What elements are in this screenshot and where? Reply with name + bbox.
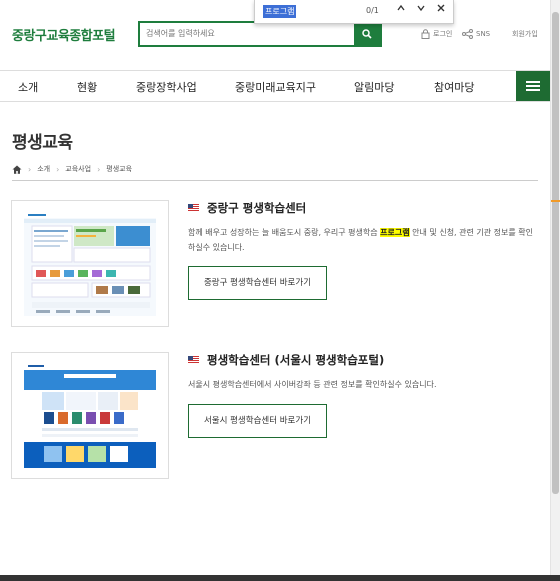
nav-item-participation[interactable]: 참여마당 — [434, 79, 474, 95]
chevron-right-icon: › — [28, 164, 32, 174]
breadcrumb: › 소개 › 교육사업 › 평생교육 — [12, 164, 132, 174]
website-screenshot-image — [24, 364, 156, 468]
nav-item-notice[interactable]: 알림마당 — [354, 79, 394, 95]
divider — [12, 180, 538, 181]
close-icon[interactable] — [433, 3, 449, 19]
main-nav: 소개 현황 중랑장학사업 중랑미래교육지구 알림마당 참여마당 — [0, 70, 550, 102]
card-title: 중랑구 평생학습센터 — [188, 200, 306, 216]
card-title-text: 평생학습센터 (서울시 평생학습포털) — [207, 353, 385, 367]
find-input[interactable]: 프로그램 — [263, 5, 297, 18]
find-match-marker — [551, 200, 560, 202]
website-screenshot-image — [24, 212, 156, 316]
find-bar: 프로그램 0/1 — [254, 0, 454, 24]
scrollbar-thumb[interactable] — [552, 12, 559, 494]
find-match-count: 0/1 — [366, 6, 379, 15]
chevron-right-icon: › — [97, 164, 101, 174]
vertical-scrollbar[interactable] — [550, 0, 560, 575]
goto-seoul-center-button[interactable]: 서울시 평생학습센터 바로가기 — [188, 404, 327, 438]
join-label: 회원가입 — [512, 30, 538, 38]
nav-item-intro[interactable]: 소개 — [18, 79, 38, 95]
sns-link[interactable]: SNS — [462, 29, 490, 39]
page-title: 평생교육 — [12, 133, 73, 153]
nav-item-scholarship[interactable]: 중랑장학사업 — [136, 79, 197, 95]
breadcrumb-item: 평생교육 — [106, 165, 133, 173]
card-description-text: 함께 배우고 성장하는 늘 배움도시 중랑, 우리구 평생학습 — [188, 228, 381, 237]
card-description: 서울시 평생학습센터에서 사이버강좌 등 관련 정보를 확인하실수 있습니다. — [188, 377, 540, 392]
goto-jungnang-center-button[interactable]: 중랑구 평생학습센터 바로가기 — [188, 266, 327, 300]
nav-item-future-education[interactable]: 중랑미래교육지구 — [235, 79, 316, 95]
menu-icon — [526, 81, 540, 83]
flag-icon — [188, 204, 199, 212]
card-title: 평생학습센터 (서울시 평생학습포털) — [188, 352, 384, 368]
search-highlight: 프로그램 — [380, 228, 410, 237]
site-logo[interactable]: 중랑구교육종합포털 — [12, 25, 116, 44]
breadcrumb-item[interactable]: 소개 — [37, 164, 50, 174]
chevron-right-icon: › — [56, 164, 60, 174]
join-link[interactable]: 회원가입 — [512, 29, 538, 39]
card-thumbnail[interactable] — [11, 352, 169, 479]
card-description: 함께 배우고 성장하는 늘 배움도시 중랑, 우리구 평생학습 프로그램 안내 … — [188, 225, 540, 255]
search-form — [138, 21, 382, 47]
hamburger-menu-button[interactable] — [516, 71, 550, 101]
card-thumbnail[interactable] — [11, 200, 169, 327]
share-icon — [462, 29, 473, 39]
login-label: 로그인 — [433, 30, 453, 38]
chevron-down-icon[interactable] — [413, 3, 429, 19]
lock-icon — [421, 29, 430, 39]
sns-label: SNS — [476, 30, 491, 38]
flag-icon — [188, 356, 199, 364]
footer-edge — [0, 575, 560, 581]
breadcrumb-item[interactable]: 교육사업 — [65, 164, 91, 174]
nav-item-status[interactable]: 현황 — [77, 79, 97, 95]
search-input[interactable] — [140, 23, 354, 45]
home-icon[interactable] — [12, 165, 22, 174]
search-icon — [362, 29, 372, 39]
login-link[interactable]: 로그인 — [421, 29, 452, 39]
card-description-text: 서울시 평생학습센터에서 사이버강좌 등 관련 정보를 확인하실수 있습니다. — [188, 380, 437, 389]
chevron-up-icon[interactable] — [393, 3, 409, 19]
search-button[interactable] — [354, 23, 380, 45]
card-title-text: 중랑구 평생학습센터 — [207, 201, 307, 215]
